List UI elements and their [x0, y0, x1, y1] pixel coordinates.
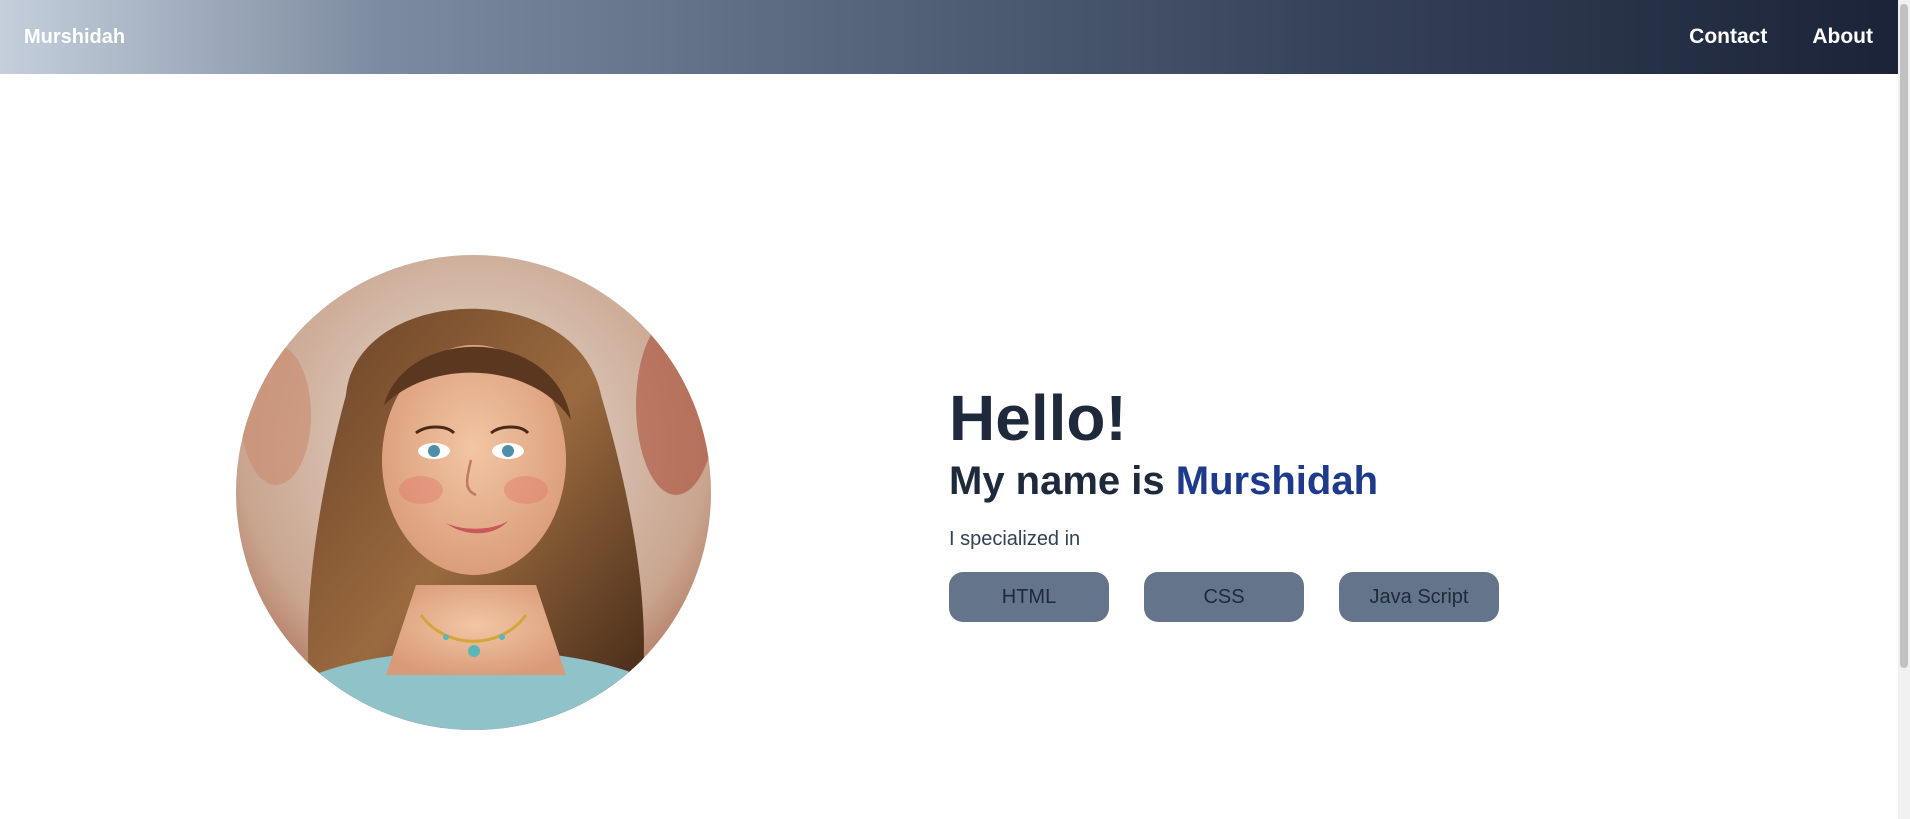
- vertical-scrollbar[interactable]: [1898, 0, 1910, 819]
- name-heading: My name is Murshidah: [949, 456, 1499, 506]
- name-prefix: My name is: [949, 459, 1165, 503]
- skill-button-css[interactable]: CSS: [1144, 572, 1304, 622]
- intro-section: Hello! My name is Murshidah I specialize…: [949, 380, 1499, 622]
- nav-links: Contact About: [1689, 25, 1873, 49]
- name-highlight: Murshidah: [1175, 459, 1379, 503]
- scrollbar-thumb[interactable]: [1900, 4, 1908, 668]
- specialized-label: I specialized in: [949, 528, 1081, 550]
- nav-link-contact[interactable]: Contact: [1689, 25, 1767, 49]
- greeting-heading: Hello!: [949, 382, 1127, 454]
- skill-button-html[interactable]: HTML: [949, 572, 1109, 622]
- profile-photo: [236, 255, 711, 730]
- nav-link-about[interactable]: About: [1812, 25, 1873, 49]
- skill-button-javascript[interactable]: Java Script: [1339, 572, 1499, 622]
- navbar: Murshidah Contact About: [0, 0, 1898, 74]
- skills-list: HTML CSS Java Script: [949, 572, 1499, 622]
- brand-logo-text[interactable]: Murshidah: [24, 26, 125, 49]
